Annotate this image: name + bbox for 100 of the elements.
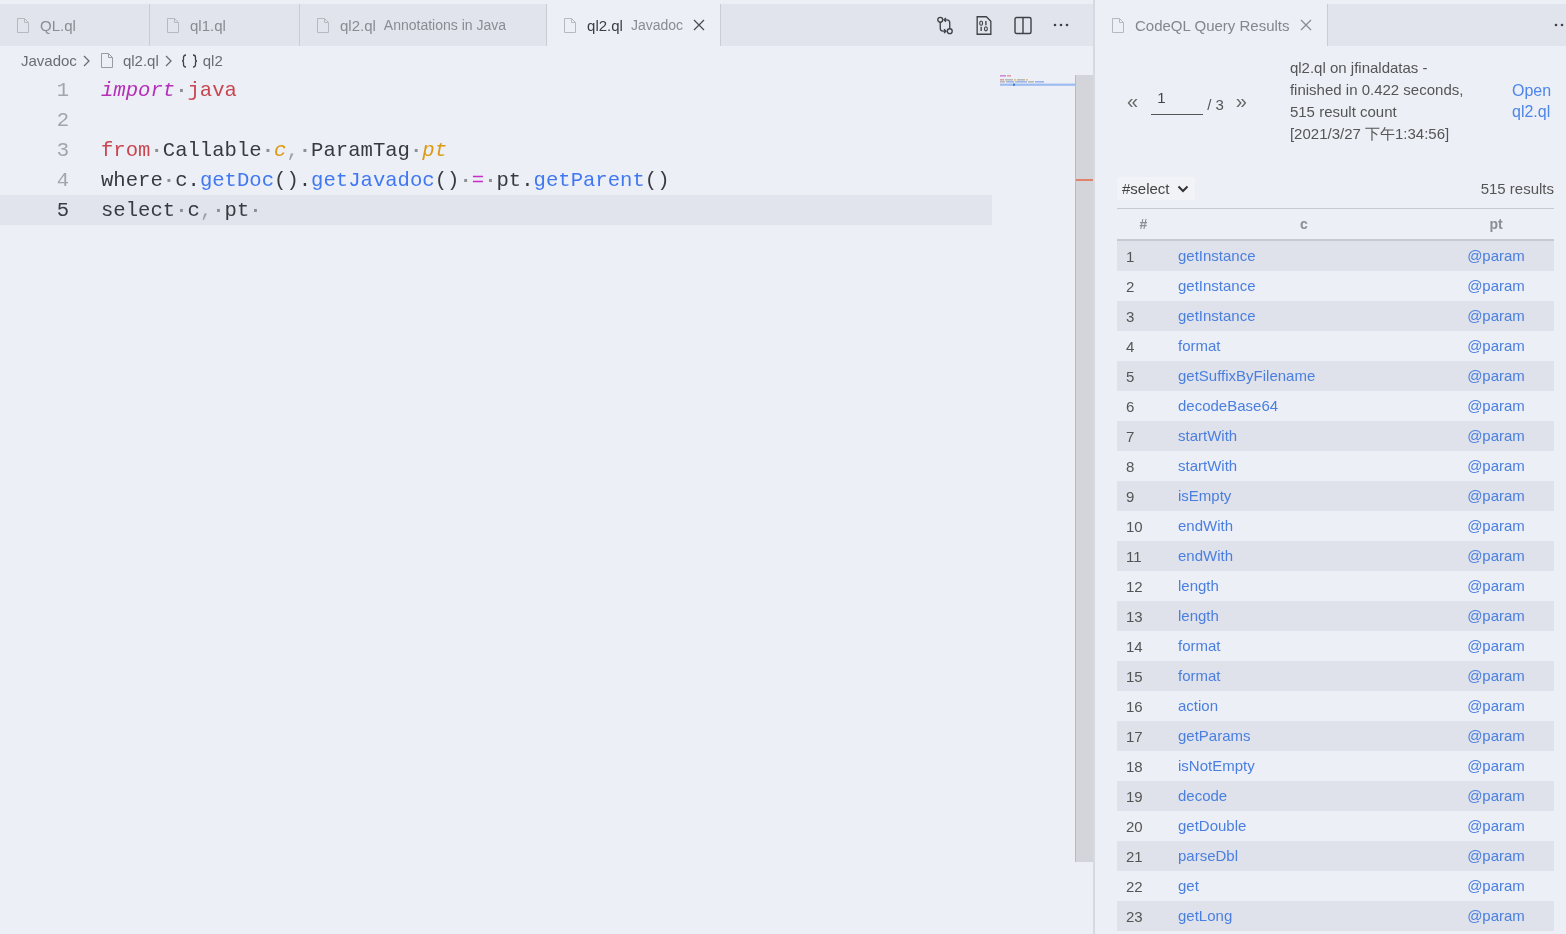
result-link[interactable]: @param (1467, 397, 1525, 414)
result-link[interactable]: endWith (1178, 547, 1234, 564)
result-link[interactable]: @param (1467, 607, 1525, 624)
close-icon[interactable] (693, 19, 706, 31)
result-link[interactable]: @param (1467, 427, 1525, 444)
breadcrumb-item[interactable]: Javadoc (21, 52, 77, 69)
scrollbar-thumb[interactable] (1075, 75, 1093, 862)
file-icon (564, 17, 577, 33)
open-query-link[interactable]: Open ql2.ql (1512, 80, 1554, 122)
row-number: 9 (1126, 487, 1135, 505)
result-link[interactable]: @param (1467, 367, 1525, 384)
file-icon (100, 53, 113, 68)
result-link[interactable]: @param (1467, 727, 1525, 744)
result-link[interactable]: getDouble (1178, 817, 1247, 834)
result-link[interactable]: @param (1467, 457, 1525, 474)
result-link[interactable]: length (1178, 607, 1219, 624)
result-link[interactable]: @param (1467, 757, 1525, 774)
result-link[interactable]: @param (1467, 697, 1525, 714)
result-link[interactable]: get (1178, 877, 1199, 894)
row-number: 1 (1126, 247, 1135, 265)
result-link[interactable]: @param (1467, 487, 1525, 504)
result-link[interactable]: getParams (1178, 727, 1251, 744)
chevron-right-icon (82, 54, 90, 67)
result-link[interactable]: @param (1467, 637, 1525, 654)
result-link[interactable]: @param (1467, 847, 1525, 864)
result-link[interactable]: @param (1467, 667, 1525, 684)
result-link[interactable]: decodeBase64 (1178, 397, 1279, 414)
row-number: 4 (1126, 337, 1135, 355)
next-page-button[interactable]: » (1235, 91, 1247, 111)
result-link[interactable]: parseDbl (1178, 847, 1239, 864)
result-count: 515 results (1480, 180, 1554, 197)
result-link[interactable]: @param (1467, 877, 1525, 894)
line-number: 3 (55, 138, 69, 162)
result-link[interactable]: format (1178, 667, 1221, 684)
git-compare-icon[interactable] (936, 15, 954, 35)
result-link[interactable]: action (1178, 697, 1219, 714)
result-link[interactable]: @param (1467, 817, 1525, 834)
ruler-marker-icon (1076, 179, 1093, 181)
row-number: 5 (1126, 367, 1135, 385)
row-number: 22 (1126, 877, 1143, 895)
row-number: 19 (1126, 787, 1143, 805)
line-number: 1 (55, 78, 69, 102)
braces-icon (180, 53, 198, 68)
column-header[interactable]: c (1170, 216, 1438, 232)
result-link[interactable]: getLong (1178, 907, 1233, 924)
panel-tab[interactable]: CodeQL Query Results (1095, 4, 1328, 46)
result-link[interactable]: @param (1467, 247, 1525, 264)
editor-tab[interactable]: ql1.ql (150, 4, 300, 46)
result-link[interactable]: format (1178, 337, 1221, 354)
ellipsis-icon[interactable] (1053, 23, 1069, 27)
code-line: from·Callable·c,·ParamTag·pt (101, 138, 448, 162)
column-header[interactable]: # (1117, 216, 1170, 232)
breadcrumb-item[interactable]: ql2 (180, 52, 223, 69)
result-link[interactable]: startWith (1178, 427, 1238, 444)
editor-tab[interactable]: QL.ql (0, 4, 150, 46)
result-link[interactable]: isEmpty (1178, 487, 1232, 504)
result-link[interactable]: isNotEmpty (1178, 757, 1255, 774)
result-set-dropdown[interactable]: #select (1117, 177, 1195, 200)
file-icon (1112, 17, 1124, 33)
chevron-right-icon (164, 54, 172, 67)
page-input[interactable]: 1 (1151, 87, 1204, 115)
code-line: select·c,·pt· (101, 198, 262, 222)
file-icon (17, 17, 29, 33)
row-number: 15 (1126, 667, 1143, 685)
row-number: 16 (1126, 697, 1143, 715)
result-link[interactable]: getInstance (1178, 277, 1256, 294)
result-link[interactable]: getInstance (1178, 307, 1256, 324)
result-link[interactable]: startWith (1178, 457, 1238, 474)
result-link[interactable]: length (1178, 577, 1219, 594)
ellipsis-icon[interactable] (1554, 23, 1566, 27)
line-number: 4 (55, 168, 69, 192)
row-number: 20 (1126, 817, 1143, 835)
line-number: 2 (55, 108, 69, 132)
result-link[interactable]: @param (1467, 907, 1525, 924)
column-header[interactable]: pt (1438, 216, 1554, 232)
result-link[interactable]: @param (1467, 337, 1525, 354)
result-link[interactable]: @param (1467, 787, 1525, 804)
row-number: 3 (1126, 307, 1135, 325)
row-number: 23 (1126, 907, 1143, 925)
row-number: 8 (1126, 457, 1135, 475)
row-number: 2 (1126, 277, 1135, 295)
result-link[interactable]: getSuffixByFilename (1178, 367, 1316, 384)
result-link[interactable]: @param (1467, 577, 1525, 594)
breadcrumb-item[interactable]: ql2.ql (98, 52, 159, 69)
result-link[interactable]: getInstance (1178, 247, 1256, 264)
row-number: 7 (1126, 427, 1135, 445)
chevron-down-icon (1176, 184, 1189, 193)
binary-file-icon[interactable] (975, 15, 993, 35)
result-link[interactable]: @param (1467, 517, 1525, 534)
line-number: 5 (55, 198, 69, 222)
result-link[interactable]: @param (1467, 547, 1525, 564)
previous-page-button[interactable]: « (1127, 91, 1139, 111)
page-total: / 3 (1207, 94, 1224, 113)
split-editor-icon[interactable] (1014, 15, 1032, 35)
result-link[interactable]: format (1178, 637, 1221, 654)
result-link[interactable]: decode (1178, 787, 1228, 804)
editor-tab[interactable]: ql2.ql Javadoc (547, 4, 722, 46)
result-link[interactable]: endWith (1178, 517, 1234, 534)
result-link[interactable]: @param (1467, 277, 1525, 294)
result-link[interactable]: @param (1467, 307, 1525, 324)
